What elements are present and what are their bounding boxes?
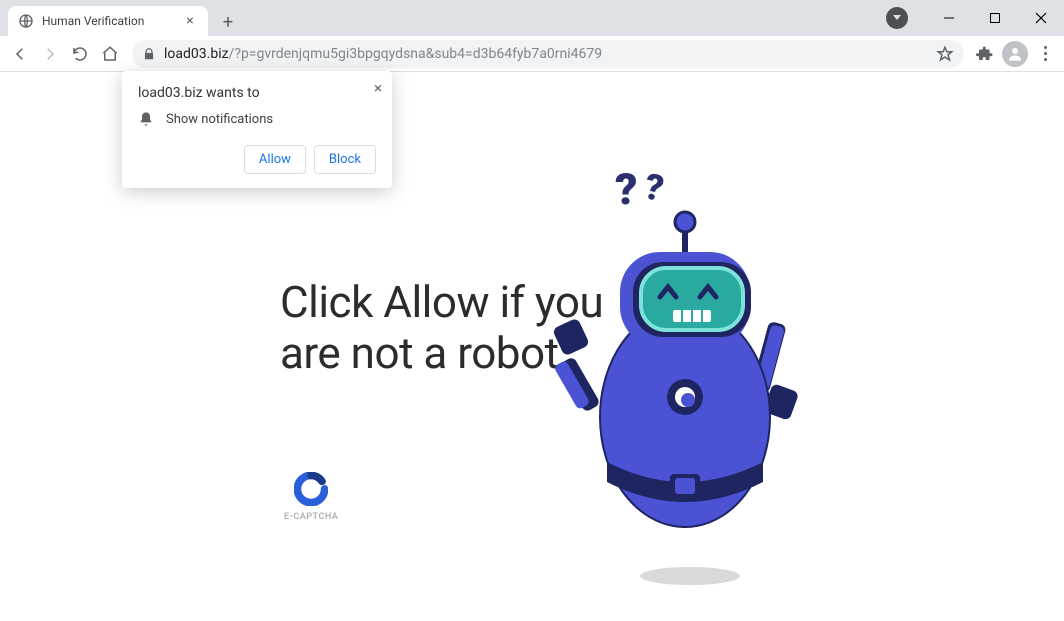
close-tab-icon[interactable]: × [182,13,198,29]
reload-button[interactable] [66,40,94,68]
maximize-button[interactable] [972,3,1018,33]
popup-request-row: Show notifications [138,111,376,127]
account-indicator-icon[interactable] [886,7,908,29]
window-titlebar: Human Verification × + [0,0,1064,36]
address-bar[interactable]: load03.biz/?p=gvrdenjqmu5gi3bpgqydsna&su… [132,40,964,68]
block-button[interactable]: Block [314,145,376,174]
popup-request-text: Show notifications [166,112,273,127]
window-controls [886,0,1064,36]
url-text: load03.biz/?p=gvrdenjqmu5gi3bpgqydsna&su… [164,46,602,62]
menu-button[interactable] [1036,42,1054,65]
bell-icon [138,111,154,127]
browser-tab[interactable]: Human Verification × [8,6,208,36]
globe-icon [18,13,34,29]
forward-button[interactable] [36,40,64,68]
popup-buttons: Allow Block [138,145,376,174]
extensions-icon[interactable] [976,45,994,63]
tab-title: Human Verification [42,14,182,28]
captcha-logo-icon [294,472,328,506]
url-host: load03.biz [164,46,229,62]
question-marks-icon: ? ? [615,162,685,217]
svg-text:?: ? [641,165,668,210]
popup-close-icon[interactable]: × [374,79,382,97]
page-content: × load03.biz wants to Show notifications… [0,72,1064,621]
url-path: /?p=gvrdenjqmu5gi3bpgqydsna&sub4=d3b64fy… [229,46,603,62]
lock-icon[interactable] [142,47,156,61]
browser-toolbar: load03.biz/?p=gvrdenjqmu5gi3bpgqydsna&su… [0,36,1064,72]
bookmark-star-icon[interactable] [936,45,954,63]
notification-permission-popup: × load03.biz wants to Show notifications… [122,71,392,188]
robot-icon [545,162,825,562]
minimize-button[interactable] [926,3,972,33]
robot-shadow [640,567,740,585]
popup-title: load03.biz wants to [138,85,376,101]
tabs-area: Human Verification × + [0,0,886,36]
home-button[interactable] [96,40,124,68]
allow-button[interactable]: Allow [244,145,306,174]
back-button[interactable] [6,40,34,68]
captcha-badge: E-CAPTCHA [284,472,338,522]
robot-illustration: ? ? [545,162,825,582]
new-tab-button[interactable]: + [214,8,242,36]
close-window-button[interactable] [1018,3,1064,33]
toolbar-right [972,41,1058,67]
profile-avatar-icon[interactable] [1002,41,1028,67]
captcha-label: E-CAPTCHA [284,512,338,522]
svg-text:?: ? [615,163,637,215]
